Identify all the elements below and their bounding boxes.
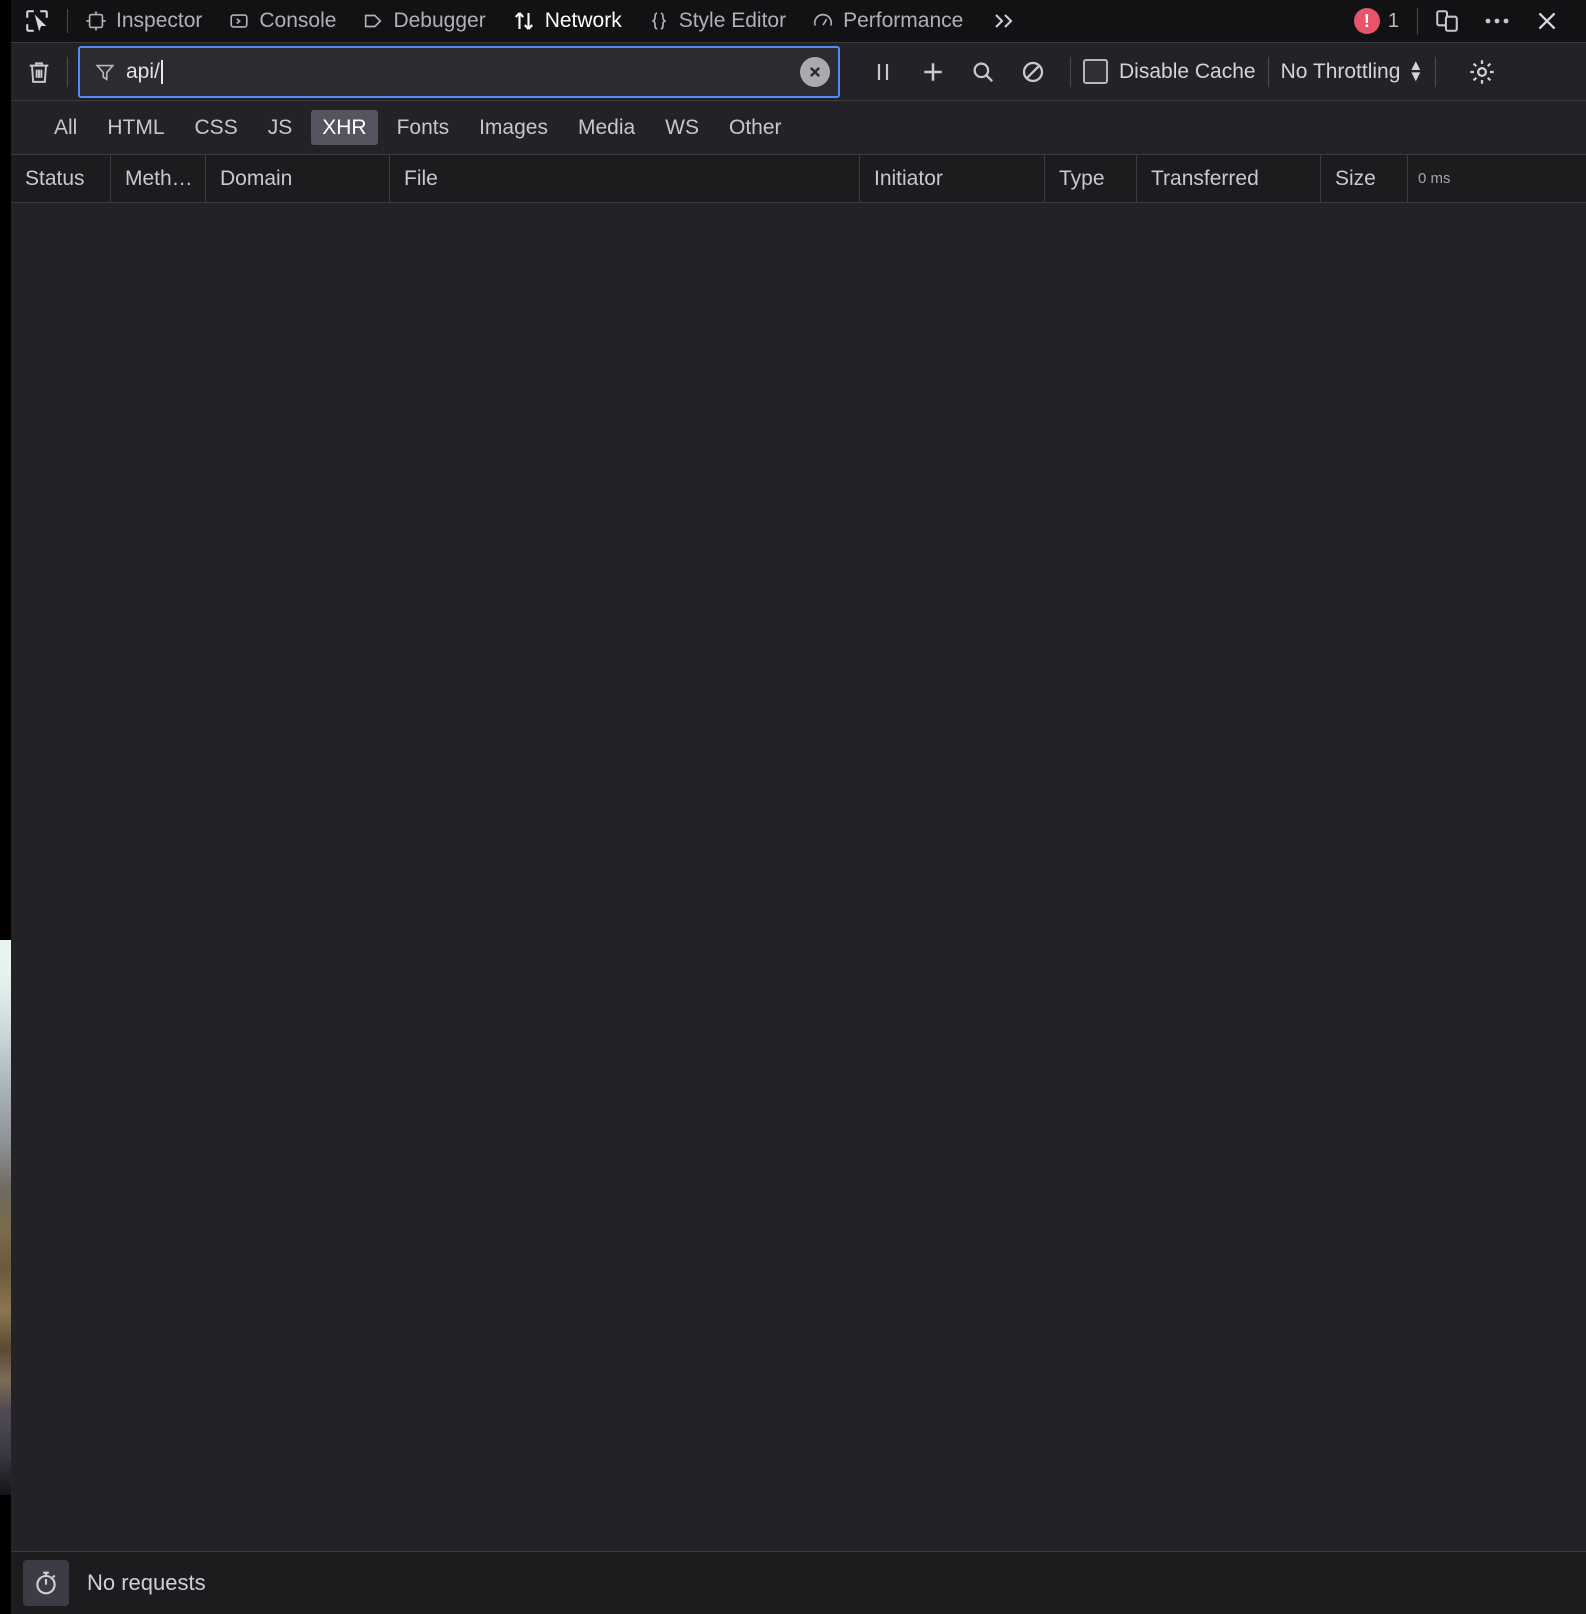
checkbox-box-icon <box>1083 59 1108 84</box>
type-filter-media[interactable]: Media <box>567 110 646 145</box>
column-header-size[interactable]: Size <box>1321 155 1408 202</box>
type-filter-css[interactable]: CSS <box>184 110 249 145</box>
error-count-badge[interactable]: ! 1 <box>1340 0 1413 43</box>
tab-network-label: Network <box>544 9 622 32</box>
more-options-icon[interactable] <box>1472 0 1522 43</box>
request-type-filters: All HTML CSS JS XHR Fonts Images Media W… <box>11 101 1586 155</box>
tabbar-right-divider <box>1417 8 1418 34</box>
filter-input-value: api/ <box>126 59 160 83</box>
stopwatch-performance-icon[interactable] <box>23 1560 69 1606</box>
performance-icon <box>812 10 834 32</box>
request-list-header: Status Meth… Domain File Initiator Type … <box>11 155 1586 203</box>
column-header-file[interactable]: File <box>390 155 860 202</box>
request-summary-label: No requests <box>87 1570 206 1595</box>
chevron-updown-icon: ▲ ▼ <box>1408 57 1424 85</box>
column-header-type[interactable]: Type <box>1045 155 1137 202</box>
tab-console[interactable]: Console <box>215 0 349 43</box>
filterbar-divider <box>67 56 68 87</box>
devtools-panel: Inspector Console Debugger Network Style… <box>11 0 1586 1614</box>
network-filter-toolbar: api/ Disable Cache No Throttling ▲ ▼ <box>11 43 1586 101</box>
column-header-initiator[interactable]: Initiator <box>860 155 1045 202</box>
network-toolbar-actions: Disable Cache No Throttling ▲ ▼ <box>858 46 1508 98</box>
tab-style-editor[interactable]: Style Editor <box>635 0 799 43</box>
close-devtools-icon[interactable] <box>1522 0 1572 43</box>
block-requests-icon[interactable] <box>1008 47 1058 97</box>
column-header-domain[interactable]: Domain <box>206 155 390 202</box>
plus-import-har-icon[interactable] <box>908 47 958 97</box>
error-count-label: 1 <box>1387 9 1399 32</box>
page-photo-sliver <box>0 940 11 1415</box>
toolbar-divider-3 <box>1435 56 1437 87</box>
page-photo-sliver-lower <box>0 1415 11 1495</box>
funnel-filter-icon <box>94 61 116 83</box>
toolbar-divider-2 <box>1267 56 1269 87</box>
filter-urls-input[interactable]: api/ <box>78 45 840 98</box>
debugger-icon <box>362 10 384 32</box>
devtools-toolbox-tabbar: Inspector Console Debugger Network Style… <box>11 0 1586 43</box>
type-filter-html[interactable]: HTML <box>96 110 175 145</box>
tab-console-label: Console <box>259 9 337 32</box>
type-filter-xhr[interactable]: XHR <box>311 109 378 146</box>
error-badge-icon: ! <box>1353 8 1380 34</box>
pause-icon[interactable] <box>858 47 908 97</box>
request-list-body[interactable] <box>11 203 1586 1552</box>
tabbar-divider <box>67 9 68 33</box>
column-header-method[interactable]: Meth… <box>111 155 206 202</box>
disable-cache-label: Disable Cache <box>1119 59 1256 83</box>
responsive-design-mode-icon[interactable] <box>1422 0 1472 43</box>
element-picker-icon[interactable] <box>11 0 63 43</box>
tab-debugger[interactable]: Debugger <box>349 0 498 43</box>
clear-input-icon[interactable] <box>800 56 830 87</box>
type-filter-other[interactable]: Other <box>718 110 793 145</box>
network-icon <box>512 9 536 33</box>
tabbar-right-controls: ! 1 <box>1340 0 1586 43</box>
type-filter-ws[interactable]: WS <box>654 110 710 145</box>
tab-performance[interactable]: Performance <box>799 0 976 43</box>
toolbar-divider-1 <box>1070 56 1071 87</box>
tab-style-editor-label: Style Editor <box>678 9 787 32</box>
waterfall-time-label: 0 ms <box>1418 170 1451 187</box>
throttling-dropdown[interactable]: No Throttling ▲ ▼ <box>1280 57 1424 85</box>
style-editor-icon <box>648 10 670 32</box>
inspector-icon <box>85 10 107 32</box>
chevron-double-right-icon[interactable] <box>976 0 1030 43</box>
search-icon[interactable] <box>958 47 1008 97</box>
column-header-transferred[interactable]: Transferred <box>1137 155 1321 202</box>
text-caret <box>160 59 163 84</box>
gear-settings-icon[interactable] <box>1456 46 1508 98</box>
tab-performance-label: Performance <box>843 9 964 32</box>
tab-inspector[interactable]: Inspector <box>72 0 215 43</box>
tab-network[interactable]: Network <box>499 0 635 43</box>
throttling-value: No Throttling <box>1280 59 1401 83</box>
type-filter-all[interactable]: All <box>43 110 88 145</box>
underlying-page-sliver <box>0 0 11 1614</box>
disable-cache-checkbox[interactable]: Disable Cache <box>1083 59 1256 84</box>
trash-clear-icon[interactable] <box>11 43 67 101</box>
tab-debugger-label: Debugger <box>393 9 486 32</box>
console-icon <box>228 10 250 32</box>
type-filter-js[interactable]: JS <box>257 110 304 145</box>
tab-inspector-label: Inspector <box>116 9 203 32</box>
column-header-waterfall[interactable]: 0 ms <box>1408 155 1586 202</box>
network-status-bar: No requests <box>11 1552 1586 1614</box>
type-filter-fonts[interactable]: Fonts <box>386 110 461 145</box>
column-header-status[interactable]: Status <box>11 155 111 202</box>
type-filter-images[interactable]: Images <box>468 110 559 145</box>
